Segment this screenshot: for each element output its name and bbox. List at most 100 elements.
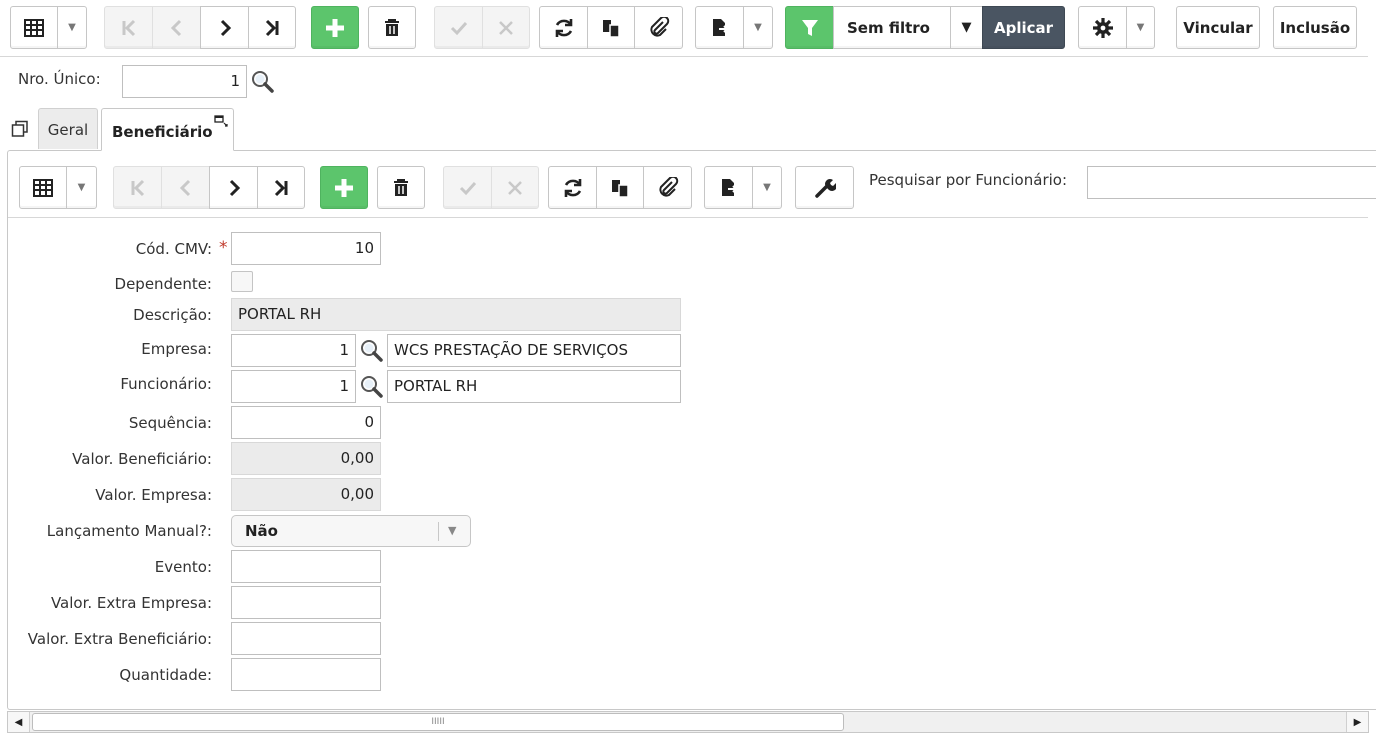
confirm-icon [459,181,476,195]
window-restore-icon [11,120,28,137]
detail-add-button[interactable] [320,166,368,209]
filter-select[interactable]: Sem filtro [833,6,951,49]
detail-last-record-button[interactable] [257,166,305,209]
delete-button[interactable] [368,6,416,49]
chevron-down-icon: ▼ [1136,22,1145,33]
include-label: Inclusão [1279,18,1351,37]
detail-cancel-button[interactable] [491,166,539,209]
detach-window-button[interactable] [11,120,29,138]
tab-beneficiario[interactable]: Beneficiário [101,108,234,151]
link-button[interactable]: Vincular [1176,6,1260,49]
tab-geral-label: Geral [47,121,89,139]
filter-button[interactable] [785,6,834,49]
valor-empresa-field[interactable]: 0,00 [231,478,381,511]
detail-prev-record-button[interactable] [161,166,210,209]
detail-refresh-button[interactable] [548,166,597,209]
settings-button[interactable] [1078,6,1127,49]
detail-panel [7,150,1376,710]
add-button[interactable] [311,6,359,49]
empresa-search-button[interactable] [359,338,385,364]
valor-beneficiario-label: Valor. Beneficiário: [72,450,212,468]
include-button[interactable]: Inclusão [1273,6,1357,49]
copy-icon [603,19,620,38]
detail-grid-view-button[interactable] [19,166,67,209]
detail-first-record-button[interactable] [113,166,162,209]
chevron-down-icon: ▼ [763,182,771,193]
funcionario-code-field[interactable]: 1 [231,370,356,403]
grid-view-button[interactable] [10,6,58,49]
dependente-label: Dependente: [114,275,212,293]
refresh-button[interactable] [539,6,588,49]
empresa-name-field[interactable]: WCS PRESTAÇÃO DE SERVIÇOS [387,334,681,367]
horizontal-scrollbar[interactable]: ◀ IIIII ▶ [7,711,1369,733]
detail-attach-button[interactable] [643,166,692,209]
tab-beneficiario-label: Beneficiário [112,123,213,141]
prev-icon [179,179,190,196]
apply-button[interactable]: Aplicar [982,6,1065,49]
detail-delete-button[interactable] [377,166,425,209]
filter-icon [801,19,818,36]
detail-next-record-button[interactable] [209,166,258,209]
detail-tools-button[interactable] [795,166,854,209]
funcionario-search-button[interactable] [359,374,385,400]
grid-icon [33,178,53,197]
arrow-right-icon: ▶ [1353,716,1362,728]
cod-cmv-label: Cód. CMV: [135,240,212,258]
chevron-down-icon: ▼ [77,182,86,193]
valor-extra-empresa-field[interactable] [231,586,381,619]
grid-view-dropdown[interactable]: ▼ [57,6,87,49]
attach-button[interactable] [634,6,683,49]
cancel-button[interactable] [482,6,530,49]
apply-label: Aplicar [993,18,1054,37]
next-record-button[interactable] [200,6,249,49]
copy-icon [612,179,629,198]
select-separator [438,522,439,541]
funcionario-name-field[interactable]: PORTAL RH [387,370,681,403]
nro-unico-field[interactable]: 1 [122,65,247,98]
lancamento-manual-select[interactable]: Não ▼ [231,515,471,547]
scroll-left-button[interactable]: ◀ [8,712,30,732]
valor-extra-beneficiario-label: Valor. Extra Beneficiário: [27,630,212,648]
valor-extra-beneficiario-field[interactable] [231,622,381,655]
next-icon [229,179,240,196]
detail-confirm-button[interactable] [443,166,492,209]
export-dropdown[interactable]: ▼ [743,6,773,49]
export-button[interactable] [695,6,744,49]
settings-dropdown[interactable]: ▼ [1126,6,1155,49]
filter-dropdown[interactable]: ▼ [950,6,983,49]
detail-grid-view-dropdown[interactable]: ▼ [66,166,97,209]
descricao-field[interactable]: PORTAL RH [231,298,681,331]
search-icon [361,340,383,362]
detail-toolbar-divider [8,217,1368,218]
confirm-button[interactable] [434,6,483,49]
cod-cmv-field[interactable]: 10 [231,232,381,265]
copy-button[interactable] [587,6,635,49]
expand-tab-icon [214,115,228,127]
detail-export-button[interactable] [704,166,753,209]
nro-unico-search-button[interactable] [250,69,276,95]
evento-field[interactable] [231,550,381,583]
valor-extra-empresa-label: Valor. Extra Empresa: [50,594,212,612]
detail-copy-button[interactable] [596,166,644,209]
sequencia-field[interactable]: 0 [231,406,381,439]
scroll-right-button[interactable]: ▶ [1346,712,1368,732]
nro-unico-label: Nro. Único: [18,70,101,88]
attach-icon [658,176,678,197]
empresa-code-field[interactable]: 1 [231,334,356,367]
tab-geral[interactable]: Geral [38,108,98,149]
last-record-button[interactable] [248,6,296,49]
first-record-button[interactable] [104,6,153,49]
next-icon [220,19,231,36]
dependente-checkbox[interactable] [231,271,253,292]
quantidade-label: Quantidade: [119,666,212,684]
quantidade-field[interactable] [231,658,381,691]
detail-export-dropdown[interactable]: ▼ [752,166,782,209]
prev-icon [170,19,181,36]
trash-icon [385,18,399,36]
prev-record-button[interactable] [152,6,201,49]
cancel-icon [508,180,522,195]
search-employee-input[interactable] [1087,166,1376,199]
empresa-label: Empresa: [141,340,212,358]
valor-beneficiario-field[interactable]: 0,00 [231,442,381,475]
scroll-thumb[interactable]: IIIII [32,713,844,731]
